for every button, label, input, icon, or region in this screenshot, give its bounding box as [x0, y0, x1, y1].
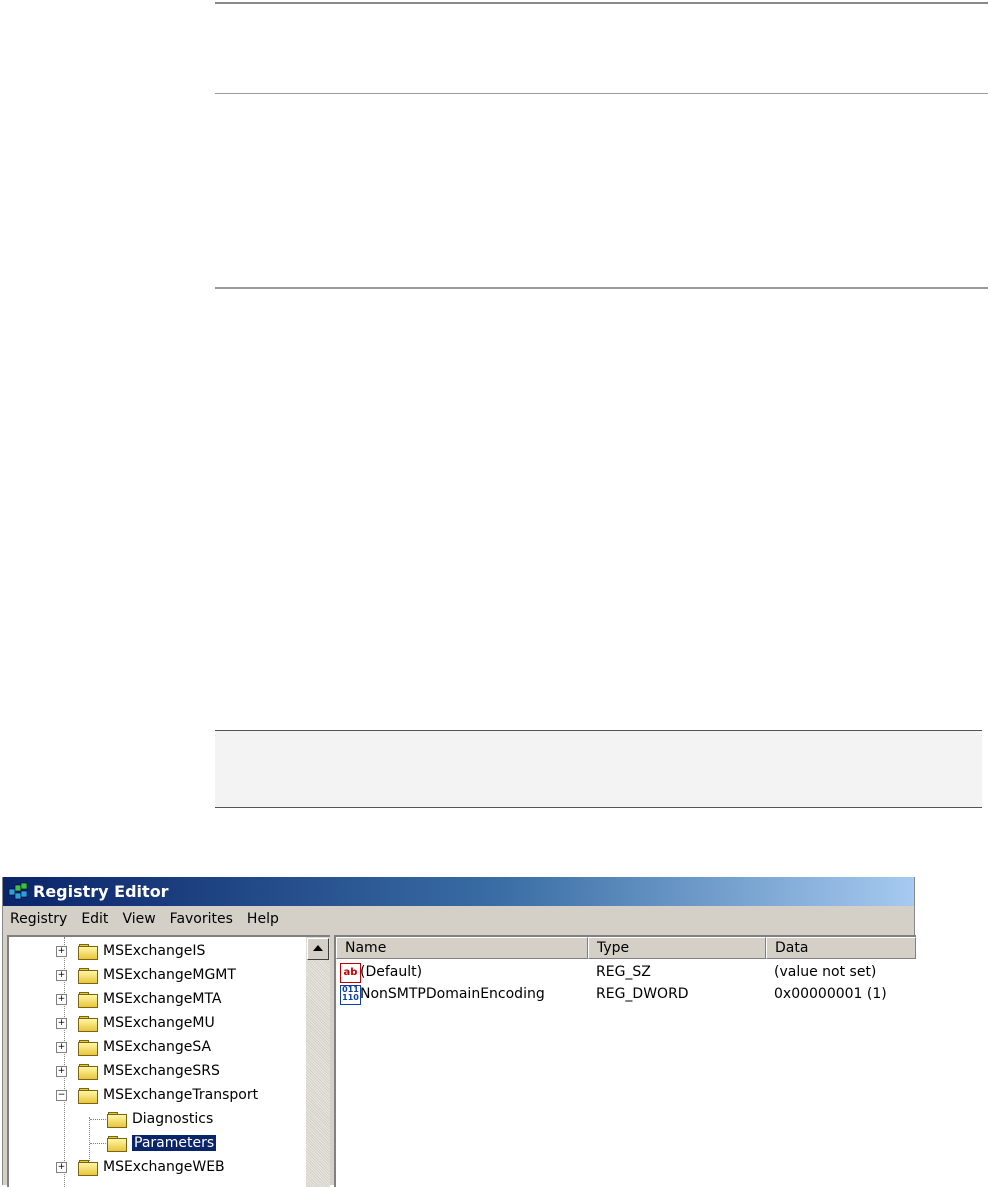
- tree-item[interactable]: + MSExchangeMGMT: [56, 963, 236, 987]
- folder-icon: [78, 1015, 98, 1032]
- tree-item-label: MSExchangeMGMT: [103, 967, 236, 983]
- top-rule: [215, 2, 988, 4]
- value-row[interactable]: 011 110 NonSMTPDomainEncoding REG_DWORD …: [336, 983, 916, 1005]
- tree-item-selected[interactable]: Parameters: [107, 1131, 218, 1155]
- value-name: NonSMTPDomainEncoding: [360, 986, 545, 1002]
- registry-editor-icon: [7, 881, 29, 903]
- expand-icon[interactable]: +: [56, 1066, 67, 1077]
- tree-item[interactable]: + MSExchangeSA: [56, 1035, 211, 1059]
- column-header-type[interactable]: Type: [588, 937, 766, 959]
- menu-edit[interactable]: Edit: [74, 911, 115, 927]
- tree-item[interactable]: + MSExchangeWEB: [56, 1155, 225, 1179]
- tree-item-label: Parameters: [130, 1134, 218, 1152]
- menu-help[interactable]: Help: [240, 911, 286, 927]
- folder-icon: [78, 943, 98, 960]
- expand-icon[interactable]: +: [56, 1162, 67, 1173]
- window-title: Registry Editor: [33, 882, 169, 901]
- open-folder-icon: [107, 1135, 127, 1152]
- key-tree-pane[interactable]: + MSExchangeIS + MSExchangeMGMT + MSExch…: [7, 935, 330, 1187]
- title-bar[interactable]: Registry Editor: [3, 877, 914, 906]
- column-header-name[interactable]: Name: [336, 937, 588, 959]
- value-data: 0x00000001 (1): [774, 986, 887, 1002]
- folder-icon: [78, 1039, 98, 1056]
- menu-registry[interactable]: Registry: [3, 911, 74, 927]
- tree-item-label: MSExchangeSRS: [103, 1063, 220, 1079]
- collapse-icon[interactable]: −: [56, 1090, 67, 1101]
- tree-item-label: Diagnostics: [132, 1111, 214, 1127]
- folder-icon: [107, 1111, 127, 1128]
- menu-favorites[interactable]: Favorites: [163, 911, 240, 927]
- value-row[interactable]: ab (Default) REG_SZ (value not set): [336, 961, 916, 983]
- tree-item[interactable]: + MSExchangeMTA: [56, 987, 222, 1011]
- value-data: (value not set): [774, 964, 877, 980]
- menu-bar: Registry Edit View Favorites Help: [3, 906, 914, 932]
- folder-icon: [78, 1087, 98, 1104]
- value-type: REG_SZ: [596, 964, 651, 980]
- tree-item-label: MSExchangeTransport: [103, 1087, 259, 1103]
- note-box: [215, 730, 982, 808]
- dword-value-icon: 011 110: [340, 985, 361, 1005]
- tree-item-label: MSExchangeIS: [103, 943, 206, 959]
- tree-item[interactable]: + MSExchangeIS: [56, 939, 205, 963]
- folder-icon: [78, 1159, 98, 1176]
- tree-connector: [90, 1143, 106, 1145]
- values-list-pane[interactable]: Name Type Data ab (Default) REG_SZ (valu…: [334, 935, 916, 1187]
- tree-item[interactable]: + MSExchangeMU: [56, 1011, 215, 1035]
- value-name: (Default): [360, 964, 423, 980]
- folder-icon: [78, 1063, 98, 1080]
- registry-editor-window: Registry Editor Registry Edit View Favor…: [2, 877, 916, 1187]
- folder-icon: [78, 991, 98, 1008]
- tree-item-label: MSExchangeMTA: [103, 991, 222, 1007]
- section-rule: [215, 93, 988, 94]
- expand-icon[interactable]: +: [56, 970, 67, 981]
- tree-item[interactable]: Diagnostics: [107, 1107, 213, 1131]
- expand-icon[interactable]: +: [56, 946, 67, 957]
- folder-icon: [78, 967, 98, 984]
- tree-connector: [90, 1119, 106, 1121]
- tree-scrollbar[interactable]: [306, 937, 330, 1187]
- tree-item-label: MSExchangeWEB: [103, 1159, 225, 1175]
- column-header-data[interactable]: Data: [766, 937, 916, 959]
- tree-item[interactable]: + MSExchangeSRS: [56, 1059, 220, 1083]
- section-rule-bottom: [215, 287, 988, 289]
- value-type: REG_DWORD: [596, 986, 689, 1002]
- tree-item-label: MSExchangeMU: [103, 1015, 215, 1031]
- menu-view[interactable]: View: [115, 911, 162, 927]
- tree-item-label: MSExchangeSA: [103, 1039, 212, 1055]
- scroll-up-icon[interactable]: [307, 938, 329, 960]
- expand-icon[interactable]: +: [56, 1042, 67, 1053]
- expand-icon[interactable]: +: [56, 1018, 67, 1029]
- tree-item[interactable]: − MSExchangeTransport: [56, 1083, 258, 1107]
- expand-icon[interactable]: +: [56, 994, 67, 1005]
- string-value-icon: ab: [340, 963, 361, 983]
